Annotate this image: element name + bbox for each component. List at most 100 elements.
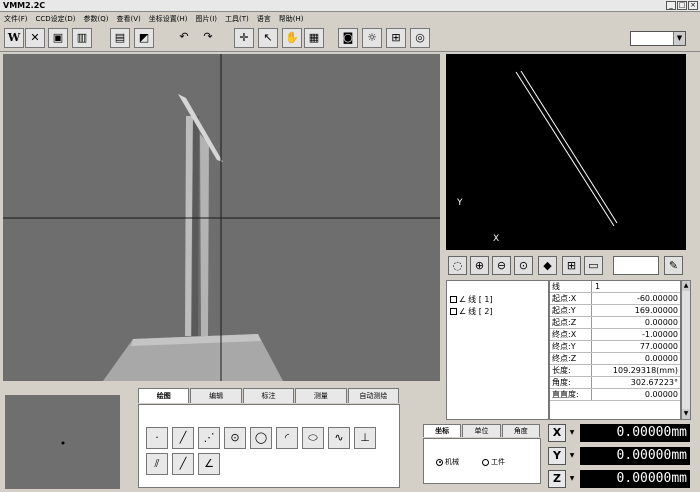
chevron-down-icon[interactable]: ▼ <box>568 447 576 465</box>
menu-help[interactable]: 帮助(H) <box>279 14 304 24</box>
property-key: 起点:X <box>550 293 592 304</box>
line-tool-icon[interactable]: ╱ <box>172 427 194 449</box>
lens-settings-icon[interactable]: ◎ <box>410 28 430 48</box>
parallel-lines-icon[interactable]: ⫽ <box>146 453 168 475</box>
property-value: 0.00000 <box>644 318 678 327</box>
settings-tool-icon[interactable]: ✎ <box>664 256 683 275</box>
spline-tool-icon[interactable]: ∿ <box>328 427 350 449</box>
tab-unit[interactable]: 单位 <box>462 424 501 437</box>
tab-annotate[interactable]: 标注 <box>242 388 295 403</box>
axis-y-button[interactable]: Y <box>548 447 566 465</box>
menu-coordinate-settings[interactable]: 坐标设置(H) <box>149 14 188 24</box>
function-tabs: 绘图 编辑 标注 测量 自动测绘 <box>138 388 400 404</box>
axis-z-button[interactable]: Z <box>548 470 566 488</box>
report-chart-icon[interactable]: ▥ <box>72 28 92 48</box>
chevron-down-icon[interactable]: ▼ <box>673 32 685 45</box>
property-key: 长度: <box>550 365 592 376</box>
maximize-button[interactable]: □ <box>677 1 687 10</box>
radio-machine[interactable]: 机械 <box>436 457 459 467</box>
refresh-icon[interactable]: ◌ <box>448 256 467 275</box>
table-row[interactable]: 起点:Y 169.00000 <box>550 305 680 317</box>
checkbox[interactable] <box>450 295 457 303</box>
layout-icon[interactable]: ⊞ <box>562 256 581 275</box>
scroll-down-icon[interactable]: ▼ <box>682 409 690 419</box>
chevron-down-icon[interactable]: ▼ <box>568 424 576 442</box>
word-export-icon[interactable]: W <box>4 28 24 48</box>
radio-dot[interactable] <box>482 458 489 466</box>
tab-drawing[interactable]: 绘图 <box>138 388 190 403</box>
properties-scrollbar[interactable]: ▲ ▼ <box>681 280 691 420</box>
tab-auto-measure[interactable]: 自动测绘 <box>347 388 400 403</box>
chevron-down-icon[interactable]: ▼ <box>568 470 576 488</box>
radio-label: 机械 <box>445 458 459 466</box>
table-row[interactable]: 终点:Y 77.00000 <box>550 341 680 353</box>
menu-language[interactable]: 语言 <box>257 14 271 24</box>
excel-export-icon[interactable]: ✕ <box>25 28 45 48</box>
3d-view-icon[interactable]: ◆ <box>538 256 557 275</box>
image-edit-icon[interactable]: ◩ <box>134 28 154 48</box>
line-entity-icon: ∠ <box>459 294 467 304</box>
perpendicular-tool-icon[interactable]: ⊥ <box>354 427 376 449</box>
minimize-button[interactable]: _ <box>666 1 676 10</box>
table-row[interactable]: 起点:Z 0.00000 <box>550 317 680 329</box>
tab-coordinate[interactable]: 坐标 <box>423 424 462 437</box>
zoom-fit-icon[interactable]: ⊙ <box>514 256 533 275</box>
properties-grid: 线 1 起点:X -60.00000 起点:Y 169.00000 起点:Z 0… <box>549 280 681 420</box>
undo-icon[interactable]: ↶ <box>174 28 194 48</box>
camera-icon[interactable]: ◙ <box>338 28 358 48</box>
table-row[interactable]: 角度: 302.67223° <box>550 377 680 389</box>
image-capture-icon[interactable]: ▤ <box>110 28 130 48</box>
save-icon[interactable]: ▣ <box>48 28 68 48</box>
coordinate-panel: 机械 工件 <box>423 438 541 484</box>
table-row[interactable]: 终点:Z 0.00000 <box>550 353 680 365</box>
grid-icon[interactable]: ▦ <box>304 28 324 48</box>
preview-thumbnail[interactable] <box>5 395 120 489</box>
menu-parameters[interactable]: 参数(Q) <box>84 14 109 24</box>
point-tool-icon[interactable]: · <box>146 427 168 449</box>
tab-angle[interactable]: 角度 <box>501 424 540 437</box>
crosshair-icon[interactable]: ✛ <box>234 28 254 48</box>
zoom-out-icon[interactable]: ⊖ <box>492 256 511 275</box>
cad-drawing-view[interactable]: Y X <box>446 54 686 250</box>
panel-icon[interactable]: ▭ <box>584 256 603 275</box>
menu-file[interactable]: 文件(F) <box>4 14 28 24</box>
cad-y-axis-label: Y <box>457 198 463 208</box>
menu-ccd-settings[interactable]: CCD设定(D) <box>36 14 76 24</box>
tab-measure[interactable]: 测量 <box>295 388 347 403</box>
zoom-in-icon[interactable]: ⊕ <box>470 256 489 275</box>
menu-tools[interactable]: 工具(T) <box>225 14 249 24</box>
light-bulb-icon[interactable]: ☼ <box>362 28 382 48</box>
tab-edit[interactable]: 编辑 <box>190 388 242 403</box>
redo-icon[interactable]: ↷ <box>198 28 218 48</box>
circle-tool-icon[interactable]: ◯ <box>250 427 272 449</box>
table-row[interactable]: 直直度: 0.00000 <box>550 389 680 401</box>
checkbox[interactable] <box>450 307 457 315</box>
ellipse-tool-icon[interactable]: ⬭ <box>302 427 324 449</box>
radio-dot[interactable] <box>436 458 443 466</box>
menu-image[interactable]: 图片(I) <box>196 14 218 24</box>
axis-x-button[interactable]: X <box>548 424 566 442</box>
select-arrow-icon[interactable]: ↖ <box>258 28 278 48</box>
camera-view[interactable] <box>3 54 440 381</box>
zoom-dropdown[interactable]: ▼ <box>630 31 686 46</box>
table-row[interactable]: 起点:X -60.00000 <box>550 293 680 305</box>
multi-point-line-icon[interactable]: ⋰ <box>198 427 220 449</box>
cad-input-field[interactable] <box>613 256 659 275</box>
property-value: 302.67223° <box>630 378 678 387</box>
list-item[interactable]: ∠ 线 [ 2] <box>447 305 548 317</box>
measure-tool-icon[interactable]: ⊞ <box>386 28 406 48</box>
entity-list: ∠ 线 [ 1] ∠ 线 [ 2] <box>446 280 549 420</box>
menu-view[interactable]: 查看(V) <box>117 14 141 24</box>
table-row[interactable]: 长度: 109.29318(mm) <box>550 365 680 377</box>
property-value: 0.00000 <box>644 354 678 363</box>
scroll-up-icon[interactable]: ▲ <box>682 281 690 291</box>
angle-tool-icon[interactable]: ∠ <box>198 453 220 475</box>
close-button[interactable]: × <box>688 1 698 10</box>
arc-tool-icon[interactable]: ◜ <box>276 427 298 449</box>
circle-center-icon[interactable]: ⊙ <box>224 427 246 449</box>
table-row[interactable]: 终点:X -1.00000 <box>550 329 680 341</box>
tangent-line-icon[interactable]: ╱ <box>172 453 194 475</box>
list-item[interactable]: ∠ 线 [ 1] <box>447 293 548 305</box>
radio-workpiece[interactable]: 工件 <box>482 457 505 467</box>
pan-hand-icon[interactable]: ✋ <box>282 28 302 48</box>
